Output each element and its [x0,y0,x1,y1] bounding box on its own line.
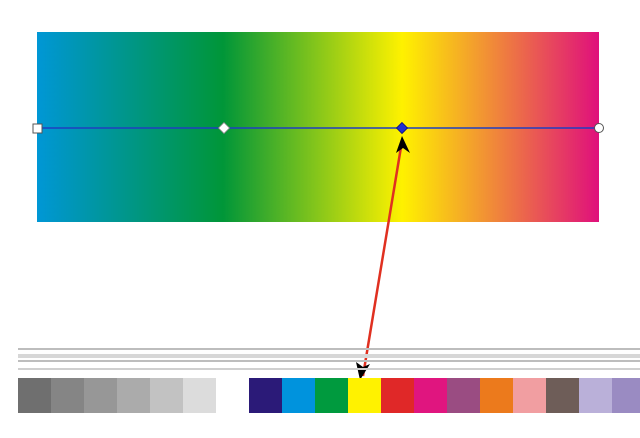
swatch-gray-30[interactable] [150,378,183,413]
gradient-start-handle[interactable] [32,123,43,134]
palette-separator [18,368,640,370]
swatch-navy[interactable] [249,378,282,413]
swatch-white[interactable] [216,378,249,413]
swatch-gray-60[interactable] [51,378,84,413]
swatch-gray-70[interactable] [18,378,51,413]
swatch-row [18,378,640,413]
gradient-editor-canvas [0,0,640,438]
swatch-red[interactable] [381,378,414,413]
swatch-yellow[interactable] [348,378,381,413]
swatch-magenta[interactable] [414,378,447,413]
swatch-pink[interactable] [513,378,546,413]
swatch-gray-20[interactable] [183,378,216,413]
palette-separator [18,348,640,350]
swatch-lavender[interactable] [579,378,612,413]
swatch-purple-gray[interactable] [612,378,640,413]
swatch-plum[interactable] [447,378,480,413]
swatch-gray-40[interactable] [117,378,150,413]
swatch-orange[interactable] [480,378,513,413]
gradient-preview[interactable] [37,32,599,222]
palette-separator [18,354,640,358]
gradient-end-handle[interactable] [594,123,604,133]
swatch-taupe[interactable] [546,378,579,413]
swatch-gray-50[interactable] [84,378,117,413]
palette-separator [18,360,640,362]
swatch-green[interactable] [315,378,348,413]
swatch-cyan[interactable] [282,378,315,413]
color-palette-bar [18,344,640,438]
